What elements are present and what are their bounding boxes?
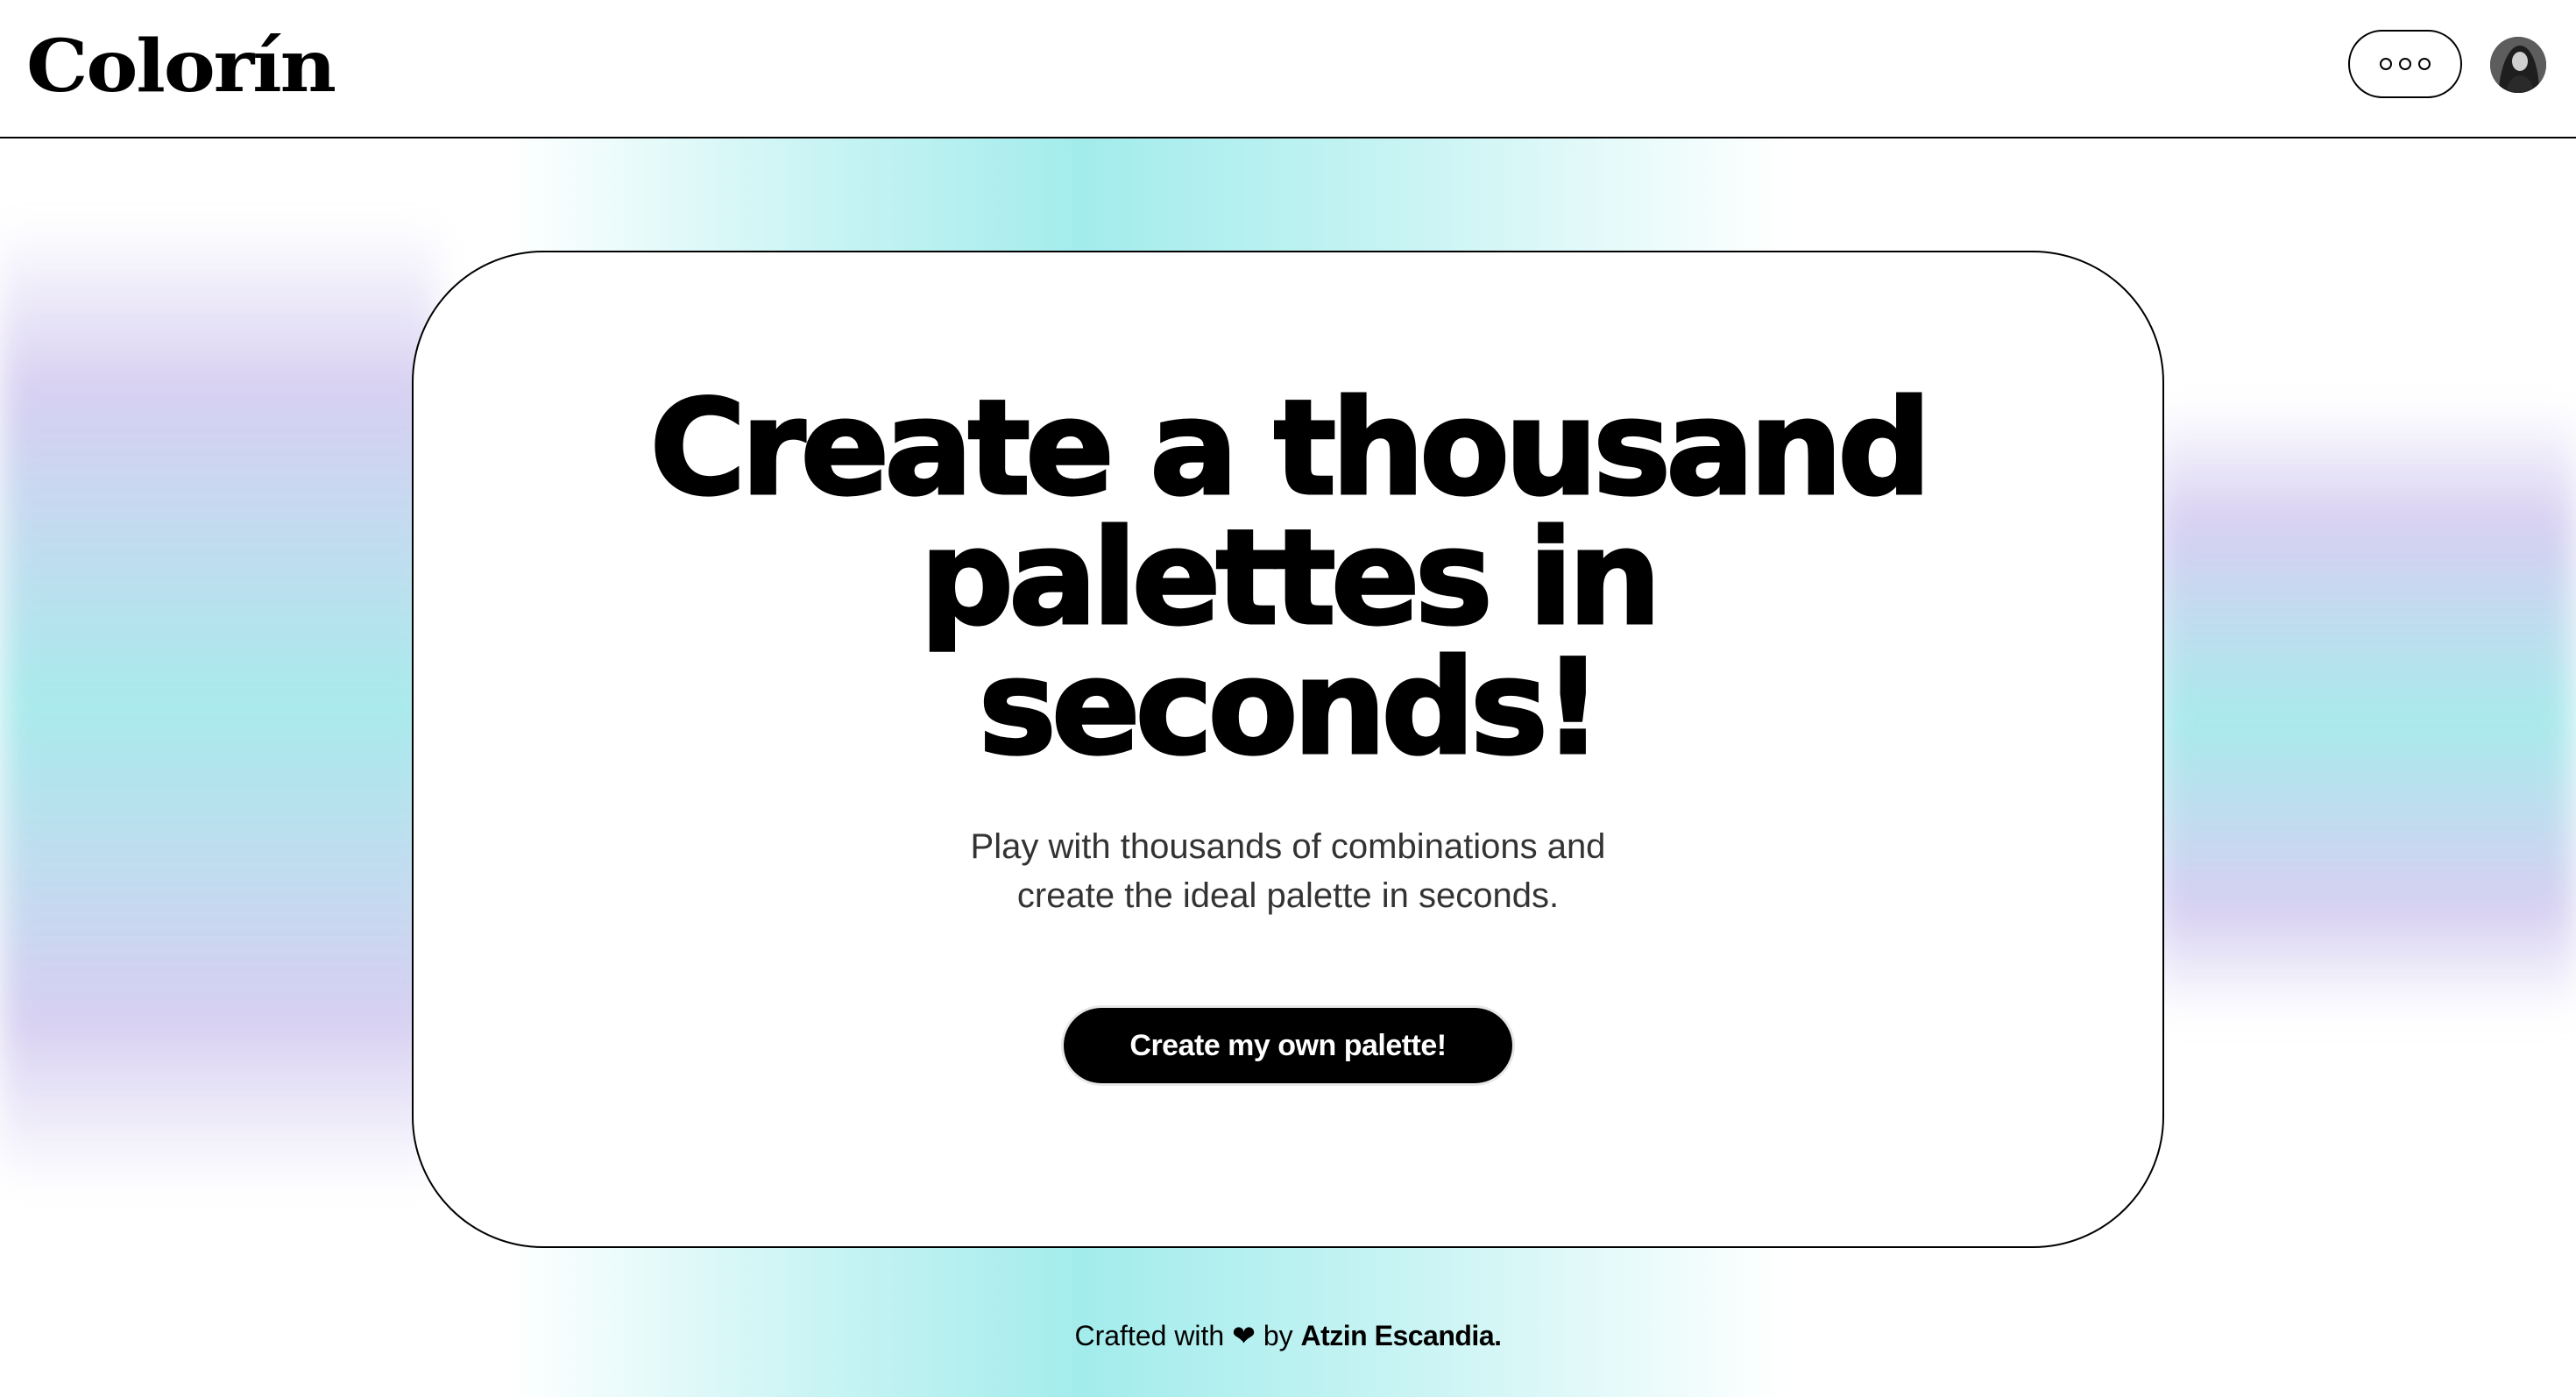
hero-subtitle-line: Play with thousands of combinations and bbox=[970, 827, 1606, 866]
hero-card: Create a thousand palettes in seconds! P… bbox=[412, 251, 2164, 1248]
footer-author-link[interactable]: Atzin Escandia. bbox=[1301, 1320, 1503, 1351]
more-horizontal-icon bbox=[2380, 58, 2431, 70]
hero-subtitle: Play with thousands of combinations and … bbox=[414, 822, 2162, 920]
user-avatar[interactable] bbox=[2490, 37, 2546, 93]
footer-by: by bbox=[1263, 1320, 1293, 1351]
avatar-image bbox=[2490, 37, 2546, 93]
menu-dot bbox=[2380, 58, 2392, 70]
background-gradient-right bbox=[2155, 403, 2576, 1017]
hero-title-line: palettes in bbox=[918, 502, 1663, 655]
menu-dot bbox=[2399, 58, 2411, 70]
site-header: Colorín bbox=[0, 0, 2576, 138]
create-palette-button[interactable]: Create my own palette! bbox=[1064, 1008, 1512, 1083]
hero-title-line: seconds! bbox=[977, 632, 1604, 784]
hero-title: Create a thousand palettes in seconds! bbox=[414, 372, 2162, 784]
heart-icon: ❤ bbox=[1232, 1320, 1256, 1351]
hero-title-line: Create a thousand bbox=[648, 372, 1933, 525]
more-menu-button[interactable] bbox=[2348, 30, 2462, 98]
footer-prefix: Crafted with bbox=[1074, 1320, 1225, 1351]
site-footer: Crafted with ❤ by Atzin Escandia. bbox=[0, 1311, 2576, 1360]
background-gradient-left bbox=[0, 219, 438, 1192]
hero-subtitle-line: create the ideal palette in seconds. bbox=[1016, 876, 1560, 915]
menu-dot bbox=[2418, 58, 2431, 70]
background-gradient-top bbox=[508, 138, 1787, 261]
logo[interactable]: Colorín bbox=[26, 21, 336, 112]
